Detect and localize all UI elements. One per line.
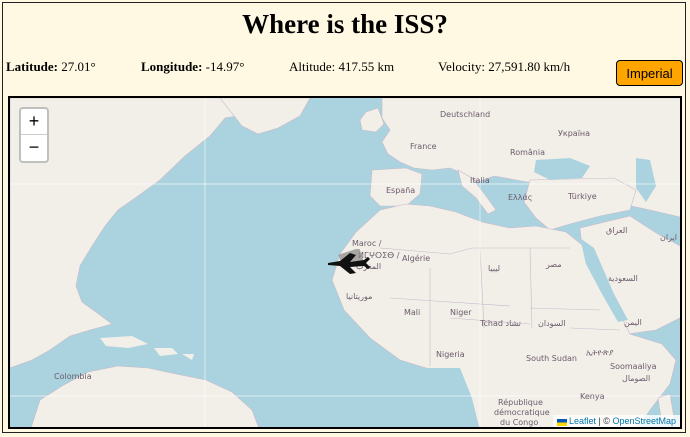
latitude-label: Latitude: [6, 59, 58, 74]
longitude-label: Longitude: [141, 59, 203, 74]
latitude-value: 27.01° [61, 59, 96, 74]
openstreetmap-link[interactable]: OpenStreetMap [612, 416, 676, 426]
attribution-separator: | © [595, 416, 613, 426]
label-ukraina: Україна [558, 129, 591, 138]
altitude-value: 417.55 km [338, 59, 395, 74]
label-france: France [410, 142, 437, 151]
label-rdc-2: démocratique [494, 408, 550, 417]
velocity-stat: Velocity: 27,591.80 km/h [438, 59, 570, 75]
label-mali: Mali [404, 308, 421, 317]
map-attribution: Leaflet | © OpenStreetMap [552, 415, 680, 427]
label-tchad: Tchad تشاد [480, 319, 521, 328]
label-misr: مصر [546, 260, 562, 269]
label-colombia: Colombia [54, 372, 92, 381]
label-somalia: Soomaaliya [610, 362, 657, 371]
satellite-icon[interactable] [326, 249, 372, 275]
label-romania: România [510, 148, 545, 157]
zoom-control: + − [19, 107, 49, 163]
zoom-in-button[interactable]: + [21, 109, 47, 135]
ukraine-flag-icon [556, 418, 567, 427]
altitude-stat: Altitude: 417.55 km [289, 59, 394, 75]
label-sudan: السودان [538, 319, 566, 328]
label-deutschland: Deutschland [440, 110, 491, 119]
label-nigeria: Nigeria [436, 350, 465, 359]
label-somalia-arabic: الصومال [622, 374, 651, 383]
label-niger: Niger [450, 308, 472, 317]
velocity-value: 27,591.80 km/h [488, 59, 571, 74]
label-iraq: العراق [606, 226, 628, 235]
label-libya: ليبيا [488, 264, 501, 273]
label-ethiopia: ኢትዮጵያ [586, 348, 614, 357]
zoom-out-button[interactable]: − [21, 135, 47, 161]
label-rdc-1: République [498, 398, 543, 407]
label-kenya: Kenya [580, 392, 605, 401]
longitude-value: -14.97° [205, 59, 245, 74]
imperial-units-button[interactable]: Imperial [616, 60, 683, 86]
label-iran: ایران [660, 233, 677, 242]
label-rdc-3: du Congo [500, 418, 539, 427]
latitude-stat: Latitude: 27.01° [6, 59, 96, 75]
label-espana: España [386, 186, 416, 195]
label-yemen: اليمن [624, 318, 642, 327]
velocity-label: Velocity: [438, 59, 485, 74]
label-south-sudan: South Sudan [526, 354, 577, 363]
altitude-label: Altitude: [289, 59, 336, 74]
label-turkiye: Türkiye [568, 192, 597, 201]
label-italia: Italia [470, 176, 490, 185]
label-saudia: السعودية [608, 274, 638, 283]
label-maroc: Maroc / [352, 239, 382, 248]
longitude-stat: Longitude: -14.97° [141, 59, 244, 75]
map-container[interactable]: Deutschland Україна France România Españ… [8, 96, 682, 429]
label-mauritania: موريتانيا [346, 292, 373, 301]
leaflet-link[interactable]: Leaflet [569, 416, 596, 426]
label-algerie: Algérie [402, 254, 431, 263]
page-title: Where is the ISS? [242, 9, 448, 39]
label-ellas: Ελλάς [508, 193, 533, 202]
